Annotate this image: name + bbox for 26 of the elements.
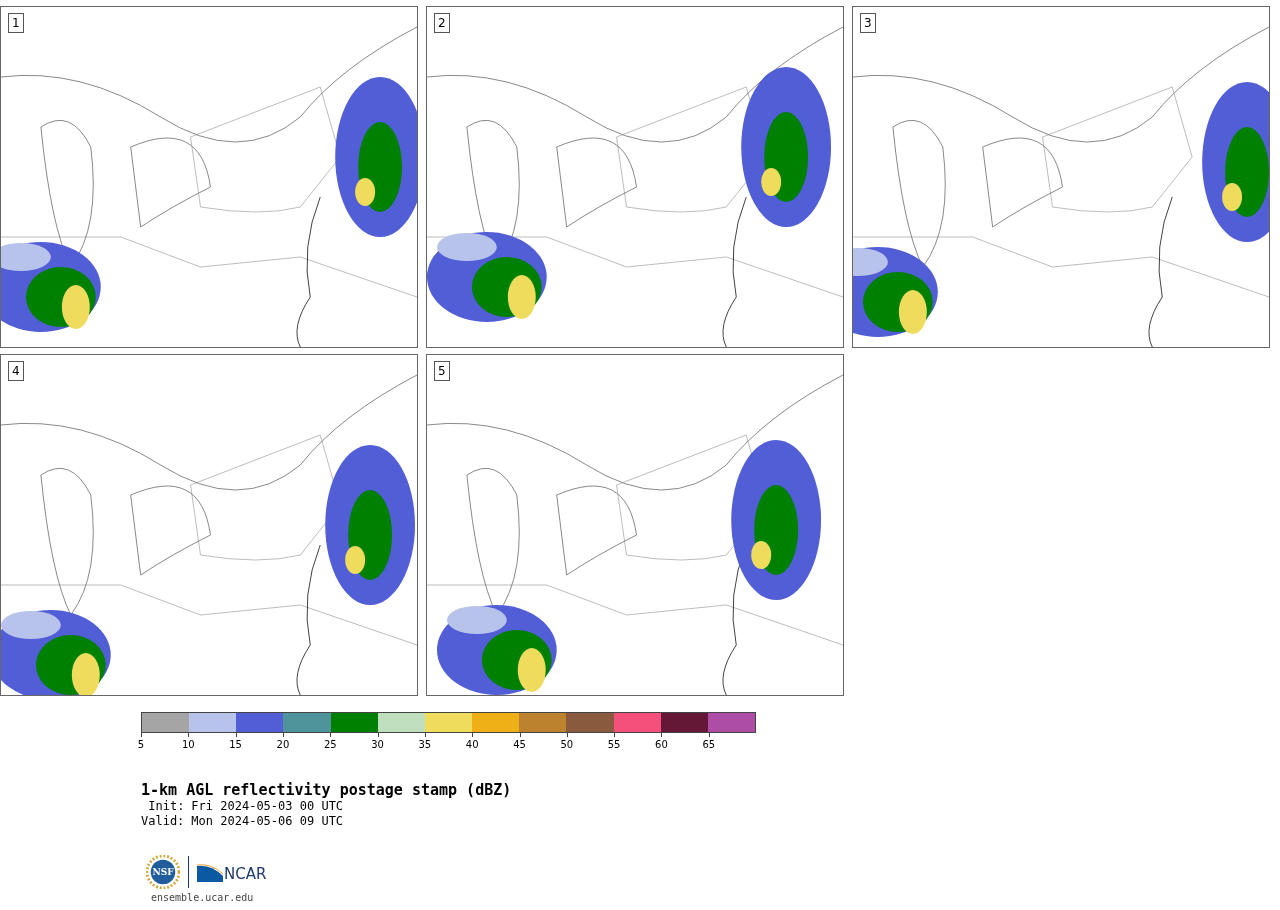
chart-title: 1-km AGL reflectivity postage stamp (dBZ) [141,781,513,799]
panel-number: 5 [434,361,450,381]
time-label: Valid: [141,814,185,829]
time-value: Fri 2024-05-03 00 UTC [191,799,344,814]
panel-number: 3 [860,13,876,33]
panel-number: 4 [8,361,24,381]
time-value: Mon 2024-05-06 09 UTC [191,814,344,829]
tick-label: 10 [180,739,196,750]
website-url: ensemble.ucar.edu [151,892,255,904]
tick-label: 40 [464,739,480,750]
tick-label: 50 [559,739,575,750]
ncar-logo: NCAR [197,862,267,882]
tick-label: 35 [417,739,433,750]
tick-label: 60 [654,739,669,750]
tick-label: 65 [701,739,717,750]
tick-label: 55 [606,739,622,750]
tick-label: 20 [275,739,291,750]
nsf-logo: NSF [146,855,180,889]
tick-label: 15 [228,739,243,750]
tick-label: 30 [370,739,385,750]
panel-number: 2 [434,13,450,33]
tick-label: 45 [512,739,527,750]
tick-label: 25 [322,739,338,750]
panel-number: 1 [8,13,24,33]
tick-label: 5 [136,739,146,750]
time-label: Init: [147,799,185,814]
